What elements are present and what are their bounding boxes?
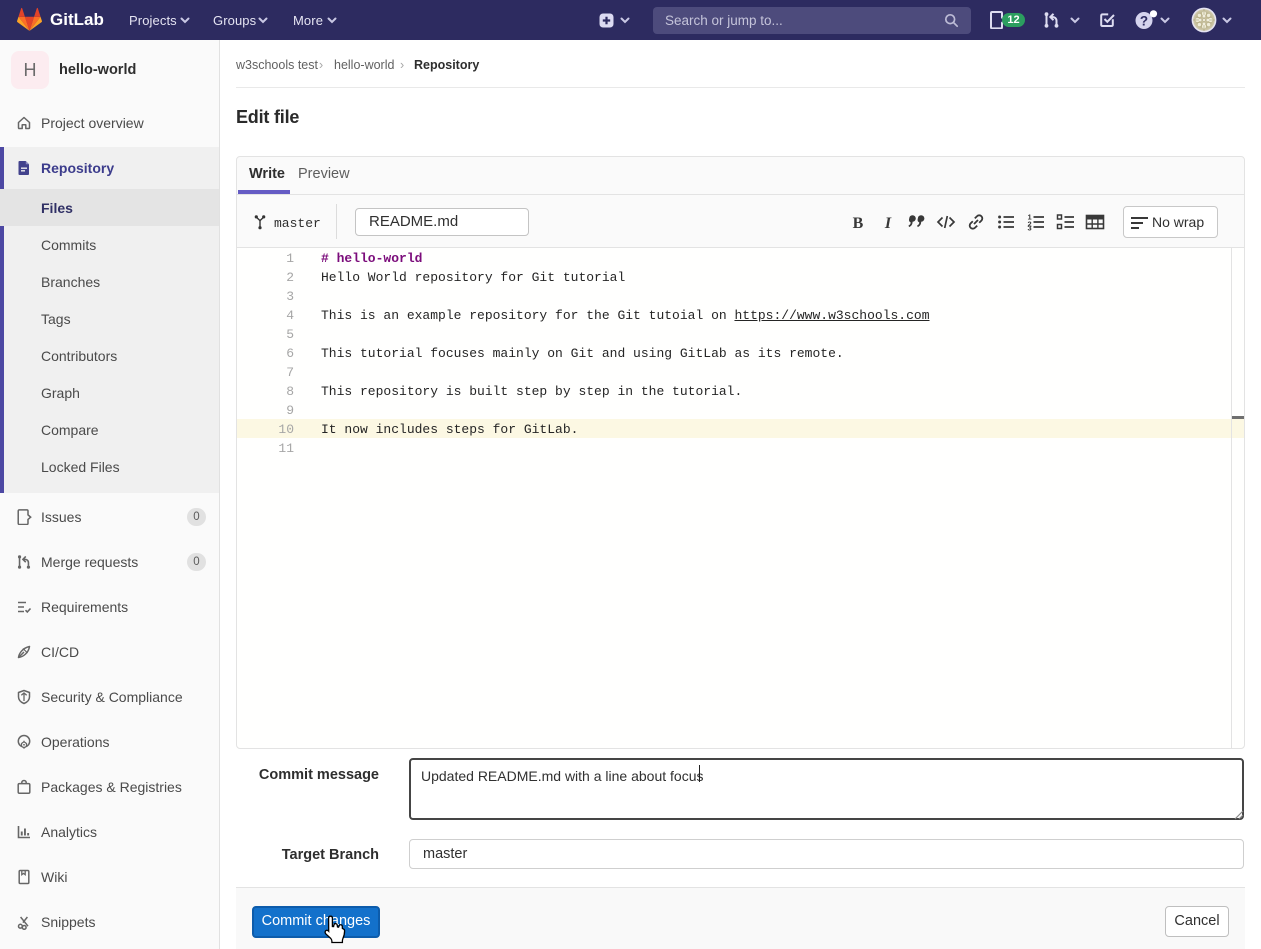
svg-text:?: ? <box>1140 14 1148 29</box>
svg-text:3: 3 <box>1028 224 1032 233</box>
svg-text:I: I <box>884 215 892 232</box>
svg-text:B: B <box>853 215 864 232</box>
